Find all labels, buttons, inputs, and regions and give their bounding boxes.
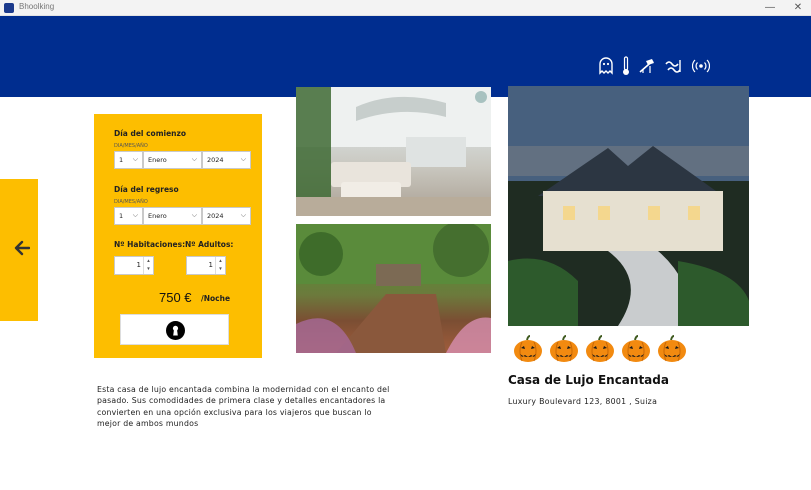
thermometer-icon: [622, 56, 630, 76]
pumpkin-icon: [585, 335, 615, 368]
stepper-arrows-icon[interactable]: ▲ ▼: [143, 257, 153, 274]
minimize-button[interactable]: —: [756, 0, 784, 16]
start-year-value: 2024: [207, 156, 224, 164]
end-year-value: 2024: [207, 212, 224, 220]
wifi-icon: [692, 59, 710, 73]
start-date-hint: DIA/MES/AÑO: [114, 143, 148, 149]
ghost-icon: [598, 57, 614, 75]
end-date-hint: DIA/MES/AÑO: [114, 199, 148, 205]
property-address: Luxury Boulevard 123, 8001 , Suiza: [508, 397, 658, 406]
pumpkin-icon: [549, 335, 579, 368]
arrow-left-icon[interactable]: [14, 240, 31, 261]
end-month-value: Enero: [148, 212, 167, 220]
chevron-down-icon: ⌵: [240, 155, 246, 163]
mansion-photo: [508, 86, 749, 326]
window-title: Bhoolking: [19, 2, 55, 11]
keyhole-icon: [166, 321, 185, 345]
book-button[interactable]: [120, 314, 229, 345]
start-day-select[interactable]: 1 ⌵: [114, 151, 143, 169]
chevron-down-icon: ⌵: [191, 211, 197, 219]
adults-label: Nº Adultos:: [185, 240, 234, 249]
start-year-select[interactable]: 2024 ⌵: [202, 151, 251, 169]
start-month-value: Enero: [148, 156, 167, 164]
start-date-label: Día del comienzo: [114, 129, 187, 138]
end-day-value: 1: [119, 212, 124, 220]
start-day-value: 1: [119, 156, 124, 164]
adults-value: 1: [208, 261, 213, 269]
property-description: Esta casa de lujo encantada combina la m…: [97, 385, 390, 429]
rooms-stepper[interactable]: 1 ▲ ▼: [114, 256, 154, 275]
header-bar: [0, 16, 811, 97]
garden-photo: [296, 224, 491, 353]
rooms-value: 1: [136, 261, 141, 269]
interior-photo: [296, 87, 491, 216]
chevron-down-icon: ⌵: [191, 155, 197, 163]
price-amount: 750 €: [159, 290, 192, 305]
booking-panel: Día del comienzo DIA/MES/AÑO 1 ⌵ Enero ⌵ 2…: [94, 114, 262, 358]
end-month-select[interactable]: Enero ⌵: [143, 207, 202, 225]
rooms-label: Nº Habitaciones:: [114, 240, 186, 249]
property-title: Casa de Lujo Encantada: [508, 373, 669, 387]
chevron-down-icon: ⌵: [132, 155, 138, 163]
pumpkin-icon: [513, 335, 543, 368]
chevron-down-icon: ⌵: [132, 211, 138, 219]
price-per-night: /Noche: [201, 294, 231, 303]
sunbed-icon: [638, 57, 656, 75]
window-titlebar: Bhoolking — ✕: [0, 0, 811, 16]
chevron-down-icon: ⌵: [240, 211, 246, 219]
adults-stepper[interactable]: 1 ▲ ▼: [186, 256, 226, 275]
pumpkin-icon: [657, 335, 687, 368]
end-day-select[interactable]: 1 ⌵: [114, 207, 143, 225]
start-month-select[interactable]: Enero ⌵: [143, 151, 202, 169]
back-panel[interactable]: [0, 179, 38, 321]
pumpkin-icon: [621, 335, 651, 368]
app-icon: [4, 3, 14, 13]
close-button[interactable]: ✕: [784, 0, 811, 16]
end-year-select[interactable]: 2024 ⌵: [202, 207, 251, 225]
pumpkin-rating: [513, 335, 687, 368]
stepper-arrows-icon[interactable]: ▲ ▼: [215, 257, 225, 274]
amenities-bar: [598, 55, 710, 77]
pool-icon: [664, 58, 684, 74]
end-date-label: Día del regreso: [114, 185, 179, 194]
